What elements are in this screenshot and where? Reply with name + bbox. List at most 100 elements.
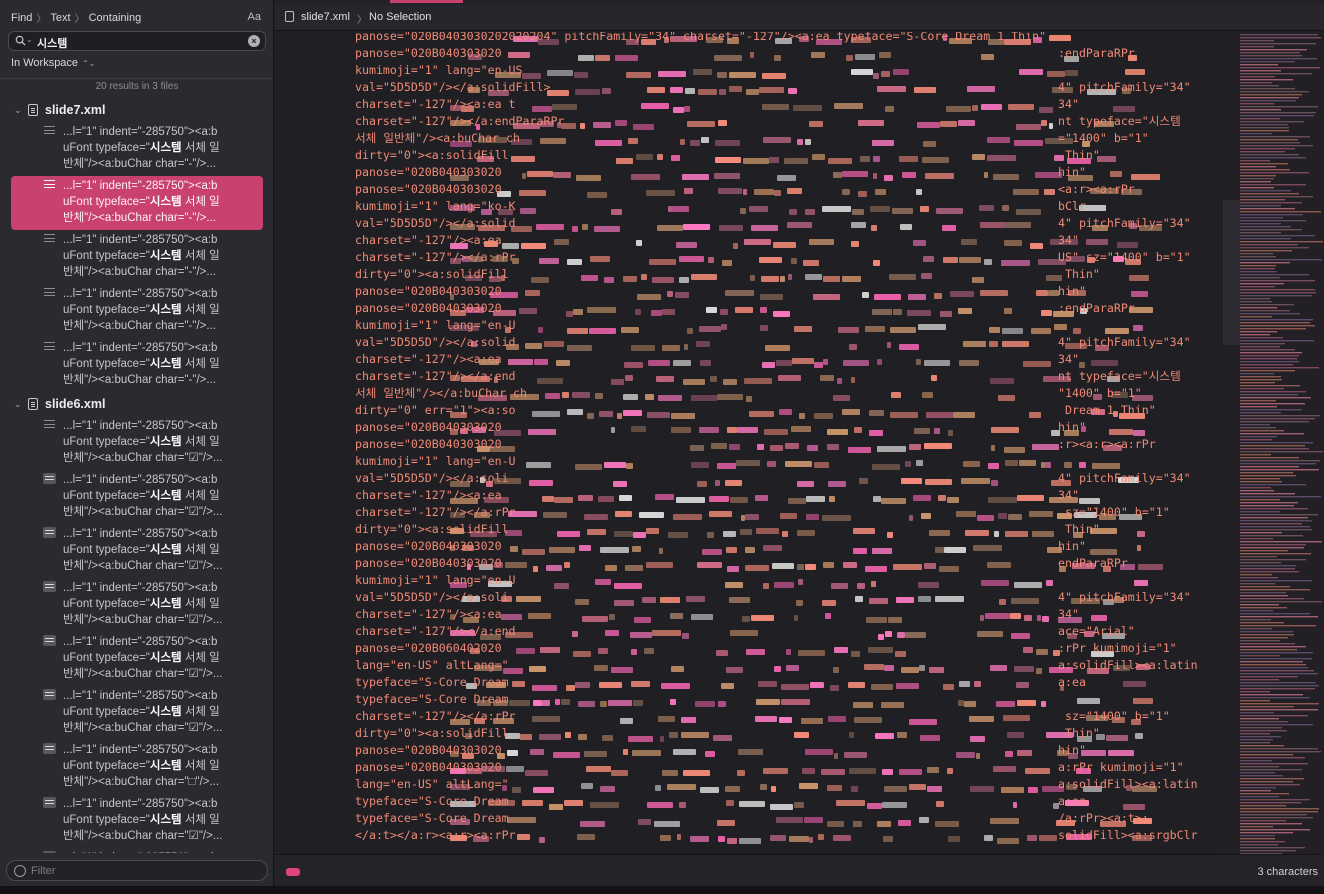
search-result-item[interactable]: ...l="1" indent="-285750"><a:b uFont type… xyxy=(11,230,263,284)
code-line: lang="en-US" altLang=" xyxy=(355,777,509,791)
snippet-text: 서체 일 xyxy=(181,760,220,772)
redaction-block xyxy=(1137,531,1145,537)
minimap-line xyxy=(1240,763,1308,765)
redaction-block xyxy=(614,583,642,589)
code-line-tail: nt typeface="시스템 xyxy=(1058,114,1181,128)
find-mode-containing[interactable]: Containing xyxy=(89,12,142,24)
redaction-block xyxy=(896,597,914,603)
jump-bar-file[interactable]: slide7.xml xyxy=(301,11,350,23)
minimap-line xyxy=(1240,250,1292,252)
current-match-highlight[interactable]: 시스템 xyxy=(1149,369,1181,383)
code-line: charset="-127"/></a:end xyxy=(355,624,516,638)
minimap-line xyxy=(1240,46,1274,48)
redaction-block xyxy=(805,209,815,215)
redaction-block xyxy=(727,566,739,572)
result-file-row[interactable]: ⌄ slide7.xml xyxy=(0,98,273,122)
code-line: kumimoji="1" lang="en-U xyxy=(355,454,516,468)
redaction-block xyxy=(626,463,633,469)
find-match-highlight[interactable]: 시스템 xyxy=(1149,114,1181,128)
minimap-line xyxy=(1240,772,1275,774)
redaction-block xyxy=(746,396,752,402)
redaction-block xyxy=(685,88,695,94)
redaction-block xyxy=(625,375,633,381)
search-result-item[interactable]: ...l="1" indent="-285750"><a:b uFont type… xyxy=(11,122,263,176)
redaction-block xyxy=(990,665,1007,671)
redaction-block xyxy=(512,787,521,793)
code-line: val="5D5D5D"/></a:solid xyxy=(355,335,516,349)
redaction-block xyxy=(805,564,816,570)
source-editor[interactable]: panose="020B0403030202020204" pitchFamil… xyxy=(275,32,1223,854)
redaction-block xyxy=(572,392,590,398)
find-search-field[interactable]: ⌄ 시스템 × xyxy=(8,31,266,51)
search-result-item[interactable]: ...l="1" indent="-285750"><a:b uFont type… xyxy=(11,578,263,632)
redaction-block xyxy=(1029,412,1041,418)
filter-field[interactable]: Filter xyxy=(6,860,268,881)
redaction-block xyxy=(1110,171,1122,177)
result-line-icon xyxy=(43,527,56,538)
redaction-block xyxy=(877,446,906,452)
find-mode-text[interactable]: Text xyxy=(50,12,70,24)
search-result-item[interactable]: ...l="1" indent="-285750"><a:b uFont type… xyxy=(11,740,263,794)
minimap-line xyxy=(1240,538,1273,540)
snippet-line: ...l="1" indent="-285750"><a:b xyxy=(63,582,218,594)
scroll-thumb[interactable] xyxy=(1223,200,1240,345)
search-result-item[interactable]: ...l="1" indent="-285750"><a:b uFont type… xyxy=(11,338,263,392)
snippet-text: uFont typeface=" xyxy=(63,436,150,448)
breakpoint-toggle-icon[interactable] xyxy=(286,868,300,876)
redaction-block xyxy=(950,291,974,297)
redaction-block xyxy=(1013,802,1017,808)
redaction-block xyxy=(786,649,791,655)
minimap[interactable] xyxy=(1223,32,1324,854)
redaction-block xyxy=(871,684,893,690)
search-result-item[interactable]: ...l="1" indent="-285750"><a:b uFont type… xyxy=(11,416,263,470)
redaction-block xyxy=(528,613,551,619)
minimap-line xyxy=(1240,850,1296,852)
redaction-block xyxy=(575,89,600,95)
match-case-toggle[interactable]: Aa xyxy=(248,11,261,23)
redaction-block xyxy=(899,156,918,162)
search-result-item[interactable]: ...l="1" indent="-285750"><a:b uFont type… xyxy=(11,176,263,230)
redaction-block xyxy=(797,530,815,536)
redaction-block xyxy=(751,225,778,231)
search-result-item[interactable]: ...l="1" indent="-285750"><a:b uFont type… xyxy=(11,524,263,578)
clear-search-icon[interactable]: × xyxy=(248,35,260,47)
snippet-line: 반체"/><a:buChar char="-"/>... xyxy=(63,158,216,170)
minimap-line xyxy=(1240,655,1280,657)
search-result-item[interactable]: ...l="1" indent="-285750"><a:b uFont type… xyxy=(11,284,263,338)
redaction-block xyxy=(1065,70,1078,76)
redaction-block xyxy=(961,239,977,245)
search-result-item[interactable]: ...l="1" indent="-285750"><a:b xyxy=(11,848,263,853)
minimap-line xyxy=(1240,406,1277,408)
search-result-item[interactable]: ...l="1" indent="-285750"><a:b uFont type… xyxy=(11,470,263,524)
find-mode-find[interactable]: Find xyxy=(11,12,32,24)
disclosure-chevron-icon[interactable]: ⌄ xyxy=(14,399,28,410)
redaction-block xyxy=(922,392,933,398)
redaction-block xyxy=(715,480,720,486)
snippet-text: 서체 일 xyxy=(181,598,220,610)
minimap-line xyxy=(1240,571,1299,573)
search-result-item[interactable]: ...l="1" indent="-285750"><a:b uFont type… xyxy=(11,794,263,848)
disclosure-chevron-icon[interactable]: ⌄ xyxy=(14,105,28,116)
redaction-block xyxy=(582,224,588,230)
code-line: panose="020B040303020 xyxy=(355,437,502,451)
redaction-block xyxy=(924,563,936,569)
redaction-block xyxy=(891,392,901,398)
jump-bar-selection[interactable]: No Selection xyxy=(369,11,431,23)
redaction-block xyxy=(714,55,742,61)
redaction-block xyxy=(508,359,533,365)
search-options-chevron-icon[interactable]: ⌄ xyxy=(26,35,33,44)
redaction-block xyxy=(1039,835,1057,841)
search-result-item[interactable]: ...l="1" indent="-285750"><a:b uFont type… xyxy=(11,686,263,740)
redaction-block xyxy=(632,546,641,552)
redaction-block xyxy=(853,548,867,554)
minimap-line xyxy=(1240,394,1298,396)
redaction-block xyxy=(844,752,867,758)
minimap-line xyxy=(1240,343,1285,345)
minimap-line xyxy=(1240,151,1285,153)
code-line: dirty="0" err="1"><a:so xyxy=(355,403,516,417)
search-result-item[interactable]: ...l="1" indent="-285750"><a:b uFont type… xyxy=(11,632,263,686)
redaction-block xyxy=(718,836,725,842)
redaction-block xyxy=(679,256,704,262)
search-scope-selector[interactable]: In Workspace ⌃⌄ xyxy=(11,57,95,69)
result-file-row[interactable]: ⌄ slide6.xml xyxy=(0,392,273,416)
